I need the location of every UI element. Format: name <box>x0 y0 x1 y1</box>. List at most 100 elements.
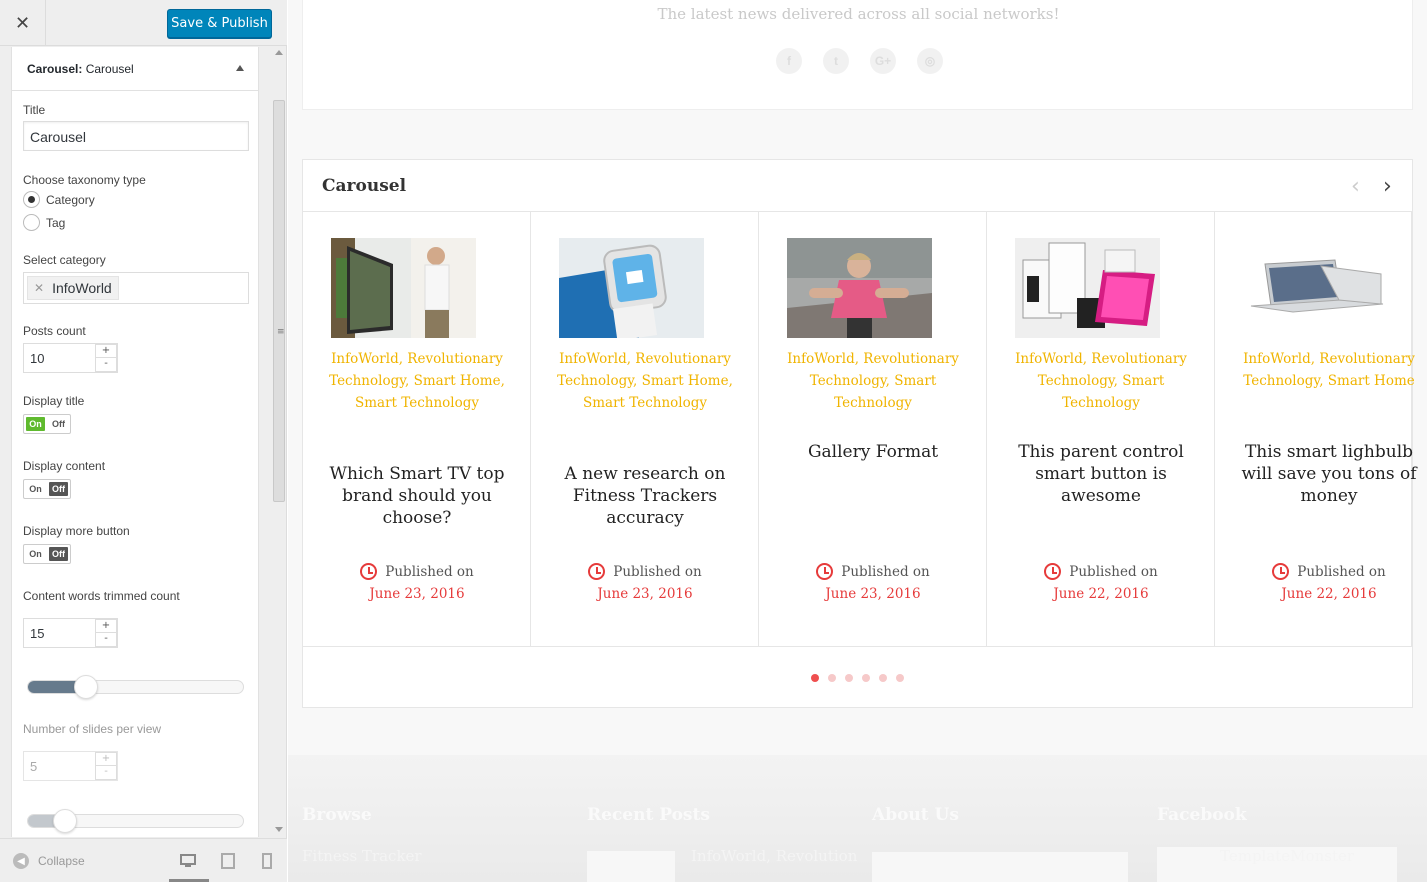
pagination-dot[interactable] <box>828 674 836 682</box>
carousel-slide[interactable]: InfoWorld, Revolutionary Technology, Sma… <box>987 212 1215 646</box>
post-date[interactable]: June 23, 2016 <box>303 586 531 602</box>
decrement-button[interactable]: - <box>96 766 116 779</box>
display-more-toggle[interactable]: On Off <box>23 544 71 564</box>
display-content-label: Display content <box>23 459 106 473</box>
facebook-icon[interactable]: f <box>776 48 802 74</box>
save-publish-button[interactable]: Save & Publish <box>167 9 272 38</box>
radio-button-unchecked[interactable] <box>23 214 40 231</box>
site-preview: The latest news delivered across all soc… <box>288 0 1427 882</box>
slides-per-view-slider[interactable] <box>27 809 244 833</box>
sidebar-scrollbar[interactable]: ≡ <box>271 47 287 837</box>
toggle-on: On <box>29 549 42 559</box>
post-thumbnail[interactable] <box>787 238 932 338</box>
post-title[interactable]: This smart lighbulb will save you tons o… <box>1229 441 1427 507</box>
footer-browse-link[interactable]: Fitness Tracker <box>302 847 422 865</box>
increment-button[interactable]: + <box>96 753 116 766</box>
carousel-slide[interactable]: InfoWorld, Revolutionary Technology, Sma… <box>759 212 987 646</box>
scrollbar-thumb[interactable]: ≡ <box>273 100 285 502</box>
carousel-pagination <box>811 674 904 682</box>
post-categories[interactable]: InfoWorld, Revolutionary Technology, Sma… <box>1001 349 1201 414</box>
widget-panel: Carousel: Carousel Title Carousel Choose… <box>11 47 259 837</box>
post-categories[interactable]: InfoWorld, Revolutionary Technology, Sma… <box>1229 349 1427 393</box>
post-date[interactable]: June 22, 2016 <box>1215 586 1427 602</box>
post-title[interactable]: Which Smart TV top brand should you choo… <box>317 463 517 529</box>
toggle-off: Off <box>49 482 68 496</box>
remove-chip-icon[interactable]: ✕ <box>34 281 44 295</box>
post-date[interactable]: June 23, 2016 <box>531 586 759 602</box>
recent-post-link[interactable]: InfoWorld, Revolution <box>691 847 857 865</box>
trim-count-label: Content words trimmed count <box>23 589 180 603</box>
twitter-icon[interactable]: t <box>823 48 849 74</box>
decrement-button[interactable]: - <box>96 633 116 646</box>
pagination-dot[interactable] <box>879 674 887 682</box>
widget-panel-header[interactable]: Carousel: Carousel <box>12 47 258 91</box>
pagination-dot[interactable] <box>845 674 853 682</box>
clock-icon <box>1272 563 1290 580</box>
carousel-slide[interactable]: InfoWorld, Revolutionary Technology, Sma… <box>531 212 759 646</box>
post-thumbnail[interactable] <box>1015 238 1160 338</box>
published-label: Published on <box>1297 563 1386 580</box>
instagram-icon[interactable]: ◎ <box>917 48 943 74</box>
radio-button-checked[interactable] <box>23 191 40 208</box>
post-thumbnail[interactable] <box>331 238 476 338</box>
decrement-button[interactable]: - <box>96 358 116 371</box>
divider <box>303 646 1412 647</box>
slider-handle[interactable] <box>74 675 99 699</box>
published-row: Published on <box>1215 563 1427 580</box>
toggle-on: On <box>29 484 42 494</box>
collapse-arrow-icon[interactable] <box>236 65 244 71</box>
facebook-page-name[interactable]: TemplateMonster <box>1220 847 1354 865</box>
desktop-preview-icon[interactable] <box>180 853 196 872</box>
post-thumbnail[interactable] <box>1243 238 1388 338</box>
post-categories[interactable]: InfoWorld, Revolutionary Technology, Sma… <box>317 349 517 414</box>
carousel-prev-icon[interactable]: ‹ <box>1351 174 1360 199</box>
pagination-dot[interactable] <box>862 674 870 682</box>
customizer-header: ✕ Save & Publish <box>0 0 287 46</box>
pagination-dot[interactable] <box>811 674 819 682</box>
carousel-widget: Carousel ‹ › InfoWorld, Revolutionary Te… <box>302 159 1417 708</box>
display-title-toggle[interactable]: On Off <box>23 414 71 434</box>
posts-count-stepper[interactable]: + - <box>95 344 117 372</box>
post-title[interactable]: This parent control smart button is awes… <box>1001 441 1201 507</box>
pagination-dot[interactable] <box>896 674 904 682</box>
mobile-preview-icon[interactable] <box>262 853 272 873</box>
footer-heading-about: About Us <box>872 805 959 825</box>
slider-handle[interactable] <box>52 809 77 833</box>
published-row: Published on <box>531 563 759 580</box>
radio-category[interactable]: Category <box>23 191 95 208</box>
close-icon: ✕ <box>14 12 31 34</box>
title-input[interactable]: Carousel <box>23 121 249 151</box>
scroll-up-icon[interactable] <box>275 50 283 55</box>
trim-count-stepper[interactable]: + - <box>95 619 117 647</box>
category-select[interactable]: ✕ InfoWorld <box>23 272 249 304</box>
collapse-button[interactable]: ◀ Collapse <box>13 853 85 869</box>
tablet-preview-icon[interactable] <box>221 853 235 873</box>
footer-heading-recent-posts: Recent Posts <box>587 805 710 825</box>
scroll-down-icon[interactable] <box>275 827 283 832</box>
recent-post-thumbnail[interactable] <box>587 851 675 882</box>
about-image <box>872 852 1128 882</box>
radio-tag[interactable]: Tag <box>23 214 65 231</box>
carousel-next-icon[interactable]: › <box>1383 174 1392 199</box>
trim-count-slider[interactable] <box>27 675 244 699</box>
carousel-slide[interactable]: InfoWorld, Revolutionary Technology, Sma… <box>1215 212 1417 646</box>
display-content-toggle[interactable]: On Off <box>23 479 71 499</box>
increment-button[interactable]: + <box>96 345 116 358</box>
increment-button[interactable]: + <box>96 620 116 633</box>
published-label: Published on <box>841 563 930 580</box>
post-title[interactable]: A new research on Fitness Trackers accur… <box>545 463 745 529</box>
toggle-off: Off <box>49 547 68 561</box>
slides-per-view-stepper[interactable]: + - <box>95 752 117 780</box>
post-date[interactable]: June 23, 2016 <box>759 586 987 602</box>
post-title[interactable]: Gallery Format <box>773 441 973 463</box>
google-plus-icon[interactable]: G+ <box>870 48 896 74</box>
post-thumbnail[interactable] <box>559 238 704 338</box>
carousel-title: Carousel <box>322 176 407 196</box>
display-more-label: Display more button <box>23 524 130 538</box>
close-customizer-button[interactable]: ✕ <box>0 0 46 46</box>
post-categories[interactable]: InfoWorld, Revolutionary Technology, Sma… <box>545 349 745 414</box>
post-categories[interactable]: InfoWorld, Revolutionary Technology, Sma… <box>773 349 973 414</box>
carousel-slide[interactable]: InfoWorld, Revolutionary Technology, Sma… <box>303 212 531 646</box>
published-label: Published on <box>613 563 702 580</box>
post-date[interactable]: June 22, 2016 <box>987 586 1215 602</box>
